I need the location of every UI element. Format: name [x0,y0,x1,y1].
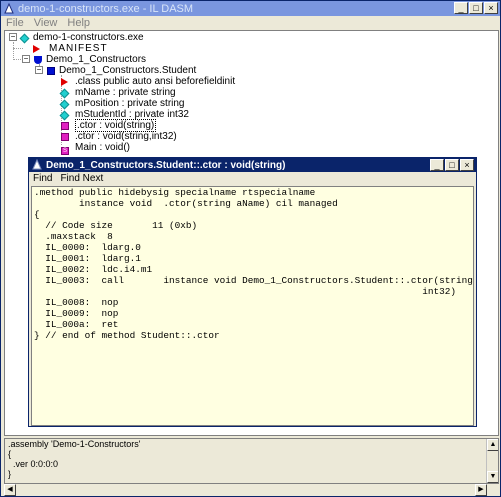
tree-node-label: mName : private string [75,87,176,98]
class-icon [47,66,55,75]
scroll-down-button[interactable]: ▼ [487,471,498,483]
info-panel-scrollbar[interactable]: ▲ ▼ [486,439,498,483]
field-diamond-icon [59,88,70,98]
main-title-bar[interactable]: demo-1-constructors.exe - IL DASM _ □ × [1,1,500,16]
red-triangle-icon [61,77,68,86]
menu-find-next[interactable]: Find Next [60,173,103,184]
minimize-button[interactable]: _ [430,159,444,171]
maximize-button[interactable]: □ [445,159,459,171]
scroll-left-button[interactable]: ◀ [4,484,16,496]
namespace-icon [34,55,42,64]
field-diamond-icon [59,99,70,109]
tree-node-label: mPosition : private string [75,98,185,109]
collapse-namespace-toggle[interactable]: − [22,55,30,63]
disassembly-menu-bar: Find Find Next [29,172,476,185]
ildasm-app-icon [32,159,42,170]
il-code-view[interactable]: .method public hidebysig specialname rts… [31,186,474,426]
info-panel[interactable]: .assembly 'Demo-1-Constructors' { .ver 0… [4,438,499,484]
disassembly-title: Demo_1_Constructors.Student::.ctor : voi… [46,159,286,171]
tree-connector [13,48,23,49]
info-panel-text: .assembly 'Demo-1-Constructors' { .ver 0… [8,439,141,479]
tree-node-class[interactable]: Demo_1_Constructors.Student [47,65,196,76]
method-icon [61,121,69,130]
tree-connector [13,42,14,60]
tree-node-member[interactable]: S Main : void() [61,142,131,155]
tree-node-root[interactable]: demo-1-constructors.exe [19,32,144,43]
menu-bar: File View Help [1,16,500,30]
tree-node-label: Demo_1_Constructors [46,54,147,65]
disassembly-title-bar[interactable]: Demo_1_Constructors.Student::.ctor : voi… [29,158,476,172]
tree-node-member-selected[interactable]: .ctor : void(string) [61,119,157,132]
scroll-up-button[interactable]: ▲ [487,439,498,451]
tree-node-namespace[interactable]: Demo_1_Constructors [34,54,146,65]
menu-find[interactable]: Find [33,173,52,184]
field-diamond-icon [59,110,70,120]
method-icon [61,132,69,141]
disassembly-window: Demo_1_Constructors.Student::.ctor : voi… [28,157,477,427]
static-method-icon: S [61,146,69,155]
tree-node-label: demo-1-constructors.exe [33,32,144,43]
il-code-text: .method public hidebysig specialname rts… [34,187,474,341]
ildasm-window: demo-1-constructors.exe - IL DASM _ □ × … [0,0,501,497]
ildasm-app-icon [4,2,14,13]
tree-node-label: .ctor : void(string,int32) [75,131,177,142]
tree-node-member[interactable]: mName : private string [59,87,176,98]
tree-node-manifest[interactable]: MANIFEST [33,43,108,54]
window-title: demo-1-constructors.exe - IL DASM [18,2,194,15]
tree-node-member[interactable]: .class public auto ansi beforefieldinit [61,76,235,87]
tree-node-member[interactable]: .ctor : void(string,int32) [61,131,177,142]
tree-node-label: .class public auto ansi beforefieldinit [75,76,236,87]
tree-node-label: Main : void() [75,142,131,153]
collapse-class-toggle[interactable]: − [35,66,43,74]
maximize-button[interactable]: □ [469,2,483,14]
tree-node-label: MANIFEST [49,43,108,54]
manifest-icon [33,44,40,53]
close-button[interactable]: × [460,159,474,171]
menu-help[interactable]: Help [67,17,90,29]
scroll-right-button[interactable]: ▶ [475,484,487,496]
tree-node-member[interactable]: mPosition : private string [59,98,185,109]
horizontal-scrollbar[interactable]: ◀ ▶ [4,484,499,496]
assembly-icon [19,33,30,43]
menu-file[interactable]: File [6,17,24,29]
menu-view[interactable]: View [34,17,58,29]
minimize-button[interactable]: _ [454,2,468,14]
collapse-root-toggle[interactable]: − [9,33,17,41]
close-button[interactable]: × [484,2,498,14]
tree-node-label: Demo_1_Constructors.Student [59,65,197,76]
